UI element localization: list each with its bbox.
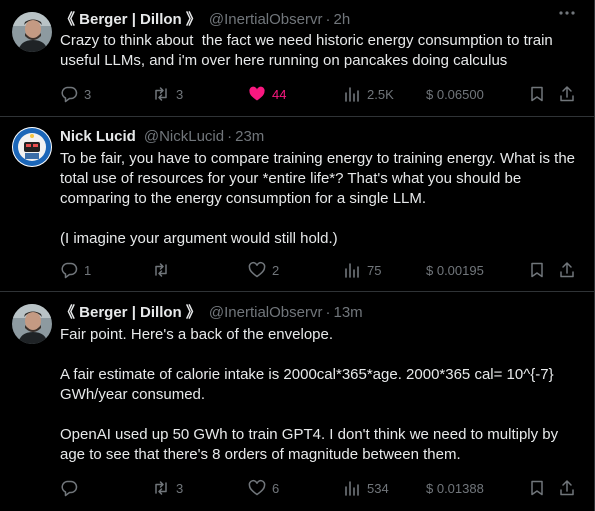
- like-count: 44: [272, 86, 287, 102]
- views-chart-icon: [345, 481, 359, 496]
- tweet-text: To be fair, you have to compare training…: [60, 149, 584, 249]
- reply-icon: [61, 262, 78, 279]
- more-options-icon[interactable]: [558, 4, 576, 22]
- like-count: 6: [272, 480, 280, 496]
- handle[interactable]: @InertialObservr: [209, 10, 323, 30]
- views-button[interactable]: 75: [343, 260, 381, 280]
- tweet-paragraph: OpenAI used up 50 GWh to train GPT4. I d…: [60, 426, 563, 463]
- avatar[interactable]: [12, 127, 52, 167]
- display-name[interactable]: 《 Berger | Dillon 》: [60, 10, 201, 30]
- tip-amount: $ 0.00195: [426, 262, 484, 278]
- reply-count: 3: [84, 86, 92, 102]
- separator-dot: ·: [325, 11, 331, 28]
- share-icon: [560, 480, 574, 496]
- tweet-text: Crazy to think about the fact we need hi…: [60, 31, 584, 71]
- views-button[interactable]: 534: [343, 478, 389, 498]
- timeline: 《 Berger | Dillon 》 @InertialObservr · 2…: [0, 0, 595, 511]
- action-bar: 3 3 44 2.5K $ 0.06500: [60, 84, 580, 104]
- reply-icon: [61, 480, 78, 497]
- tweet-paragraph: Crazy to think about the fact we need hi…: [60, 32, 557, 69]
- share-button[interactable]: [558, 260, 576, 280]
- share-icon: [560, 86, 574, 102]
- tweet-text: Fair point. Here's a back of the envelop…: [60, 325, 584, 465]
- bookmark-button[interactable]: [528, 260, 546, 280]
- views-chart-icon: [345, 263, 359, 278]
- tweet-2[interactable]: Nick Lucid @NickLucid · 23m To be fair, …: [0, 117, 594, 291]
- timestamp[interactable]: 2h: [333, 10, 350, 30]
- share-button[interactable]: [558, 478, 576, 498]
- reply-icon: [61, 86, 78, 103]
- handle[interactable]: @NickLucid: [144, 127, 224, 147]
- tweet-paragraph: A fair estimate of calorie intake is 200…: [60, 366, 558, 403]
- heart-icon: [248, 261, 266, 278]
- views-chart-icon: [345, 87, 359, 102]
- heart-filled-icon: [249, 86, 265, 101]
- reply-count: 1: [84, 262, 92, 278]
- tweet-paragraph: To be fair, you have to compare training…: [60, 150, 580, 207]
- display-name[interactable]: Nick Lucid: [60, 127, 136, 147]
- retweet-icon: [155, 87, 167, 101]
- share-icon: [560, 262, 574, 278]
- timestamp[interactable]: 23m: [235, 127, 264, 147]
- retweet-icon: [155, 263, 167, 277]
- view-count: 2.5K: [367, 86, 394, 102]
- bookmark-icon: [531, 86, 543, 102]
- action-bar: 3 6 534 $ 0.01388: [60, 478, 580, 498]
- like-button[interactable]: 44: [248, 84, 286, 104]
- view-count: 75: [367, 262, 382, 278]
- like-button[interactable]: 6: [248, 478, 279, 498]
- view-count: 534: [367, 480, 389, 496]
- tweet-3[interactable]: 《 Berger | Dillon 》 @InertialObservr · 1…: [0, 292, 594, 511]
- bookmark-icon: [531, 480, 543, 496]
- tip-button[interactable]: $ 0.00195: [426, 260, 484, 280]
- retweet-button[interactable]: 3: [152, 84, 183, 104]
- tip-button[interactable]: $ 0.01388: [426, 478, 484, 498]
- like-button[interactable]: 2: [248, 260, 279, 280]
- like-count: 2: [272, 262, 280, 278]
- tweet-paragraph: (I imagine your argument would still hol…: [60, 230, 338, 247]
- retweet-count: 3: [176, 86, 184, 102]
- tweet-paragraph: Fair point. Here's a back of the envelop…: [60, 326, 334, 343]
- display-name[interactable]: 《 Berger | Dillon 》: [60, 303, 201, 323]
- retweet-icon: [155, 481, 167, 495]
- reply-button[interactable]: 3: [60, 84, 91, 104]
- retweet-button[interactable]: 3: [152, 478, 183, 498]
- timestamp[interactable]: 13m: [333, 303, 362, 323]
- separator-dot: ·: [325, 304, 331, 321]
- tweet-1[interactable]: 《 Berger | Dillon 》 @InertialObservr · 2…: [0, 0, 594, 116]
- separator-dot: ·: [227, 128, 233, 145]
- heart-icon: [248, 479, 266, 496]
- retweet-button[interactable]: [152, 260, 176, 280]
- tip-amount: $ 0.01388: [426, 480, 484, 496]
- action-bar: 1 2 75 $ 0.00195: [60, 260, 580, 280]
- retweet-count: 3: [176, 480, 184, 496]
- bookmark-icon: [531, 262, 543, 278]
- tip-amount: $ 0.06500: [426, 86, 484, 102]
- bookmark-button[interactable]: [528, 478, 546, 498]
- avatar[interactable]: [12, 12, 52, 52]
- bookmark-button[interactable]: [528, 84, 546, 104]
- views-button[interactable]: 2.5K: [343, 84, 394, 104]
- reply-button[interactable]: 1: [60, 260, 91, 280]
- tip-button[interactable]: $ 0.06500: [426, 84, 484, 104]
- reply-button[interactable]: [60, 478, 84, 498]
- handle[interactable]: @InertialObservr: [209, 303, 323, 323]
- share-button[interactable]: [558, 84, 576, 104]
- avatar[interactable]: [12, 304, 52, 344]
